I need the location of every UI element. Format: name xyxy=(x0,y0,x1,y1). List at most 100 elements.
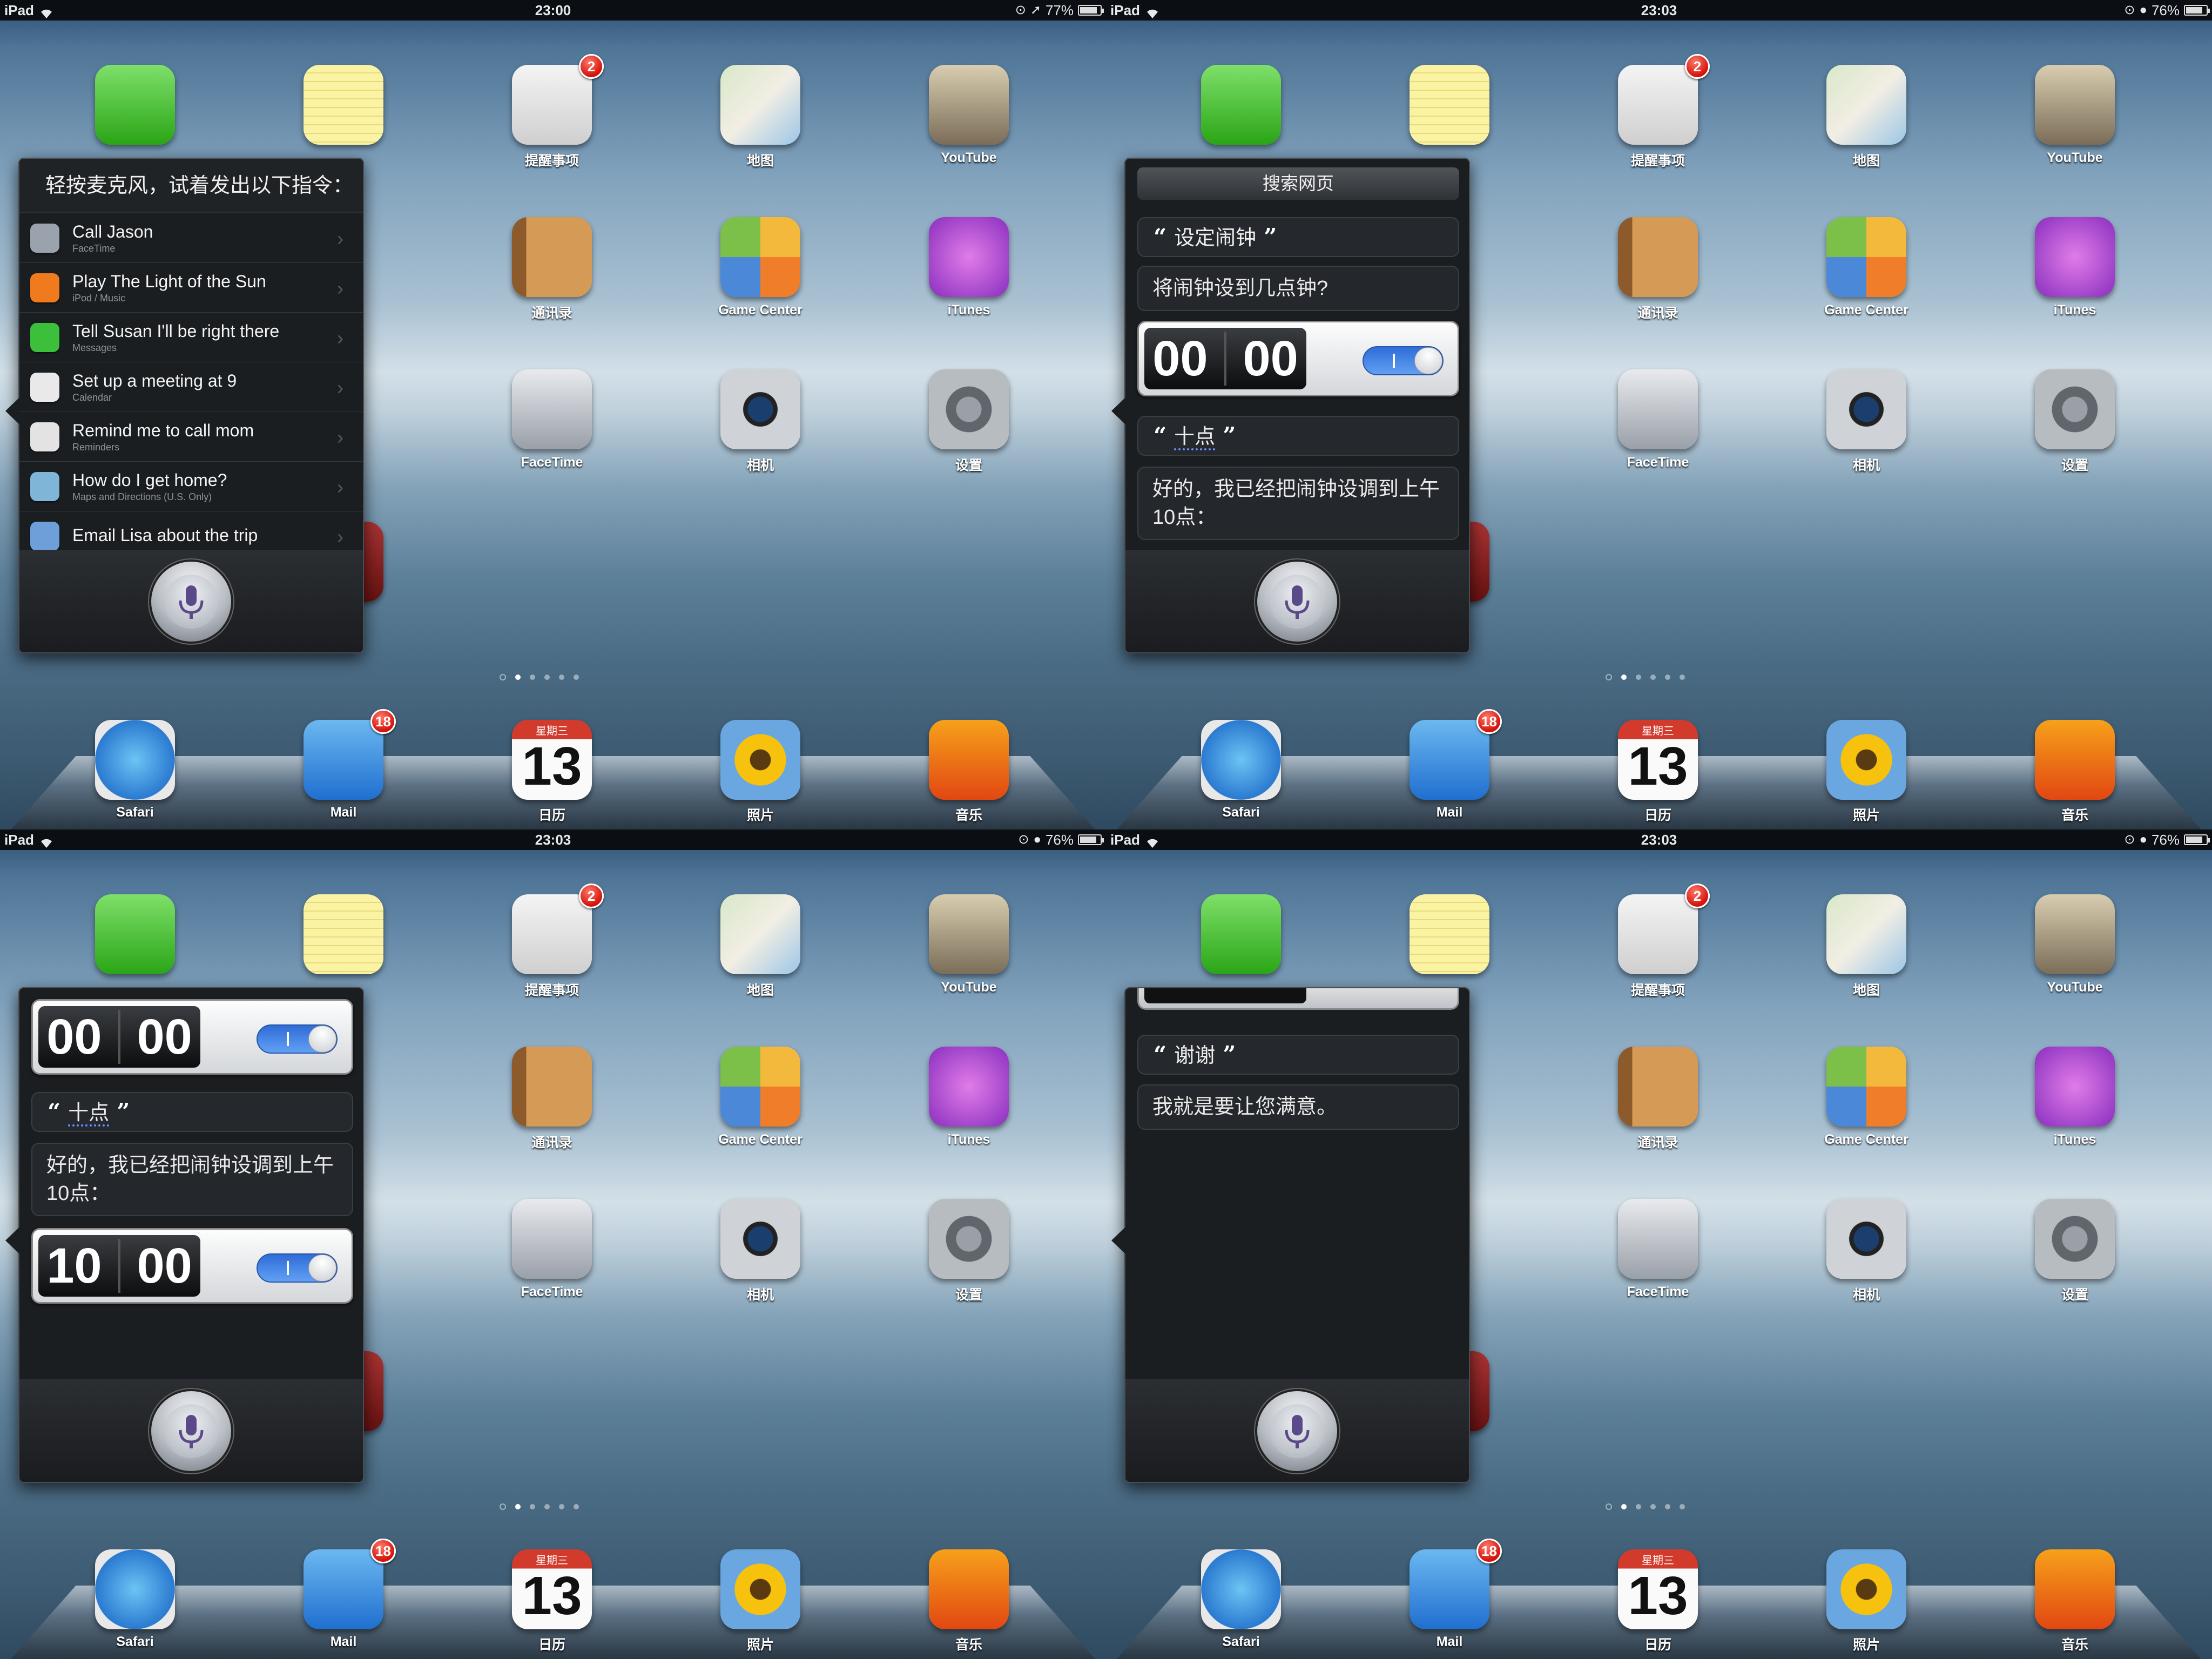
calendar-day: 13 xyxy=(522,736,582,797)
dock-mail-icon[interactable] xyxy=(304,1549,383,1629)
app-maps-icon[interactable] xyxy=(1826,65,1906,145)
app-camera-icon[interactable] xyxy=(1826,369,1906,449)
app-messages-icon[interactable] xyxy=(95,65,175,145)
app-reminders-icon[interactable] xyxy=(1618,894,1698,974)
chevron-right-icon: › xyxy=(337,376,343,399)
alarm-toggle[interactable] xyxy=(257,1253,338,1283)
microphone-button[interactable] xyxy=(151,562,231,642)
app-messages-icon[interactable] xyxy=(1201,894,1281,974)
dock-safari-icon[interactable] xyxy=(1201,720,1281,800)
siri-hint-item[interactable]: Tell Susan I'll be right there Messages › xyxy=(19,312,363,362)
app-label: 设置 xyxy=(2061,1287,2088,1303)
alarm-card: 00 00 xyxy=(1137,321,1459,396)
dock-photos-icon[interactable] xyxy=(720,720,800,800)
app-messages-icon[interactable] xyxy=(1201,65,1281,145)
app-facetime-icon[interactable] xyxy=(512,1199,592,1279)
siri-hint-item[interactable]: How do I get home? Maps and Directions (U… xyxy=(19,461,363,511)
dock-mail-icon[interactable] xyxy=(304,720,383,800)
app-itunes-icon[interactable] xyxy=(2035,1047,2115,1127)
app-settings-icon[interactable] xyxy=(929,369,1009,449)
dock-mail-icon[interactable] xyxy=(1410,720,1489,800)
app-reminders-icon[interactable] xyxy=(512,894,592,974)
siri-hint-item[interactable]: Set up a meeting at 9 Calendar › xyxy=(19,362,363,412)
battery-icon xyxy=(2184,5,2210,16)
microphone-button[interactable] xyxy=(1257,562,1337,642)
microphone-button[interactable] xyxy=(1257,1391,1337,1471)
app-youtube-icon[interactable] xyxy=(2035,65,2115,145)
app-settings-icon[interactable] xyxy=(2035,369,2115,449)
dock-safari-icon[interactable] xyxy=(95,720,175,800)
alarm-divider xyxy=(118,1010,120,1064)
dock-calendar-icon[interactable]: 星期三 13 xyxy=(1618,1549,1698,1629)
app-itunes-icon[interactable] xyxy=(929,217,1009,297)
app-game-center-icon[interactable] xyxy=(720,217,800,297)
app-notes-icon[interactable] xyxy=(1410,894,1489,974)
app-contacts-icon[interactable] xyxy=(1618,217,1698,297)
app-camera-icon[interactable] xyxy=(1826,1199,1906,1279)
app-youtube-icon[interactable] xyxy=(929,65,1009,145)
page-indicator[interactable] xyxy=(500,1503,579,1510)
microphone-button[interactable] xyxy=(151,1391,231,1471)
siri-hint-item[interactable]: Remind me to call mom Reminders › xyxy=(19,412,363,461)
app-maps-icon[interactable] xyxy=(1826,894,1906,974)
siri-hint-item[interactable]: Call Jason FaceTime › xyxy=(19,213,363,262)
app-settings-icon[interactable] xyxy=(929,1199,1009,1279)
dock-safari-icon[interactable] xyxy=(1201,1549,1281,1629)
app-messages-icon[interactable] xyxy=(95,894,175,974)
app-reminders-icon[interactable] xyxy=(512,65,592,145)
app-notes-icon[interactable] xyxy=(1410,65,1489,145)
search-web-button[interactable]: 搜索网页 xyxy=(1137,167,1459,200)
dock-mail-icon[interactable] xyxy=(1410,1549,1489,1629)
dock-safari-icon[interactable] xyxy=(95,1549,175,1629)
app-contacts-icon[interactable] xyxy=(512,217,592,297)
page-indicator[interactable] xyxy=(500,674,579,680)
dock-calendar-icon[interactable]: 星期三 13 xyxy=(1618,720,1698,800)
status-time: 23:00 xyxy=(535,2,571,18)
app-camera-icon[interactable] xyxy=(720,1199,800,1279)
page-indicator[interactable] xyxy=(1606,1503,1685,1510)
app-camera-icon[interactable] xyxy=(720,369,800,449)
alarm-toggle[interactable] xyxy=(1363,346,1444,375)
app-reminders-icon[interactable] xyxy=(1618,65,1698,145)
app-notes-icon[interactable] xyxy=(304,65,383,145)
app-youtube-icon[interactable] xyxy=(929,894,1009,974)
app-game-center-icon[interactable] xyxy=(1826,217,1906,297)
page-indicator[interactable] xyxy=(1606,674,1685,680)
dock-calendar-icon[interactable]: 星期三 13 xyxy=(512,720,592,800)
badge: 18 xyxy=(1476,1539,1502,1563)
hint-text: Tell Susan I'll be right there Messages xyxy=(72,321,279,354)
app-itunes-icon[interactable] xyxy=(2035,217,2115,297)
dock-music-icon[interactable] xyxy=(929,1549,1009,1629)
app-contacts-icon[interactable] xyxy=(1618,1047,1698,1127)
app-game-center-icon[interactable] xyxy=(720,1047,800,1127)
app-maps-icon[interactable] xyxy=(720,894,800,974)
dock-photos-icon[interactable] xyxy=(1826,1549,1906,1629)
home-screen-1: iPad 23:00 ⊙ ➚ 77% 2 提醒事项 地图 YouTube 通讯录 Game Cent… xyxy=(0,0,1106,830)
app-label: 相机 xyxy=(746,458,774,473)
dock-photos-icon[interactable] xyxy=(720,1549,800,1629)
dock-calendar-icon[interactable]: 星期三 13 xyxy=(512,1549,592,1629)
alarm-toggle[interactable] xyxy=(257,1024,338,1054)
app-label: iTunes xyxy=(2053,1132,2096,1147)
app-itunes-icon[interactable] xyxy=(929,1047,1009,1127)
app-facetime-icon[interactable] xyxy=(1618,369,1698,449)
dock-music-icon[interactable] xyxy=(929,720,1009,800)
dock-photos-icon[interactable] xyxy=(1826,720,1906,800)
alarm-icon: ● xyxy=(2139,3,2147,17)
app-settings-icon[interactable] xyxy=(2035,1199,2115,1279)
app-notes-icon[interactable] xyxy=(304,894,383,974)
app-contacts-icon[interactable] xyxy=(512,1047,592,1127)
app-label: iTunes xyxy=(2053,302,2096,318)
page-dot xyxy=(1680,675,1685,680)
siri-hint-item[interactable]: Play The Light of the Sun iPod / Music › xyxy=(19,262,363,312)
rotation-lock-icon: ⊙ xyxy=(2124,3,2135,17)
app-facetime-icon[interactable] xyxy=(1618,1199,1698,1279)
app-youtube-icon[interactable] xyxy=(2035,894,2115,974)
app-maps-icon[interactable] xyxy=(720,65,800,145)
app-facetime-icon[interactable] xyxy=(512,369,592,449)
battery-percent: 76% xyxy=(1045,832,1074,848)
page-dot xyxy=(1665,1504,1670,1509)
dock-music-icon[interactable] xyxy=(2035,720,2115,800)
dock-music-icon[interactable] xyxy=(2035,1549,2115,1629)
app-game-center-icon[interactable] xyxy=(1826,1047,1906,1127)
